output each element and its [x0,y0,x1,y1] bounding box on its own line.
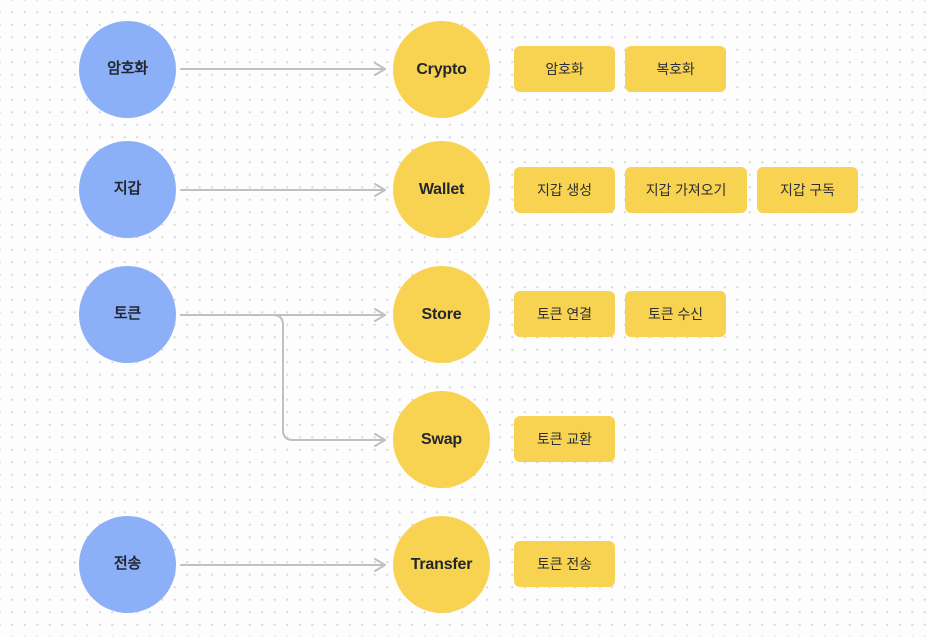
tag-label: 토큰 전송 [537,556,592,572]
edge-path-group [180,68,386,566]
target-node-store[interactable]: Store [393,266,490,363]
source-node-label: 전송 [113,555,142,573]
tag-crypto-1[interactable]: 복호화 [625,46,726,92]
tag-label: 복호화 [656,61,695,77]
tag-label: 토큰 교환 [537,431,592,447]
tag-swap-7[interactable]: 토큰 교환 [514,416,615,462]
arrow-crypto-icon [374,62,386,76]
arrowhead-group [374,62,386,572]
target-node-transfer_fn[interactable]: Transfer [393,516,490,613]
source-node-transfer[interactable]: 전송 [79,516,176,613]
target-node-label: Store [421,305,462,323]
source-node-wallet[interactable]: 지갑 [79,141,176,238]
source-node-label: 지갑 [113,180,142,198]
target-node-crypto[interactable]: Crypto [393,21,490,118]
tag-label: 토큰 수신 [648,306,703,322]
arrow-store-icon [374,308,386,322]
edge-token-swap [180,314,386,441]
source-node-label: 암호화 [107,60,148,78]
source-node-token[interactable]: 토큰 [79,266,176,363]
tag-transfer_fn-8[interactable]: 토큰 전송 [514,541,615,587]
target-node-label: Wallet [418,180,465,198]
tag-label: 지갑 구독 [780,182,835,198]
target-node-swap[interactable]: Swap [393,391,490,488]
arrow-transferfn-icon [374,558,386,572]
arrow-swap-icon [374,433,386,447]
target-node-wallet_fn[interactable]: Wallet [393,141,490,238]
tag-crypto-0[interactable]: 암호화 [514,46,615,92]
tag-label: 암호화 [545,61,584,77]
tag-store-6[interactable]: 토큰 수신 [625,291,726,337]
tag-wallet_fn-3[interactable]: 지갑 가져오기 [625,167,747,213]
diagram-canvas: 암호화 지갑 토큰 전송 Crypto Wallet Store Swap Transfer … [0,0,927,637]
tag-label: 지갑 가져오기 [645,182,727,198]
arrow-walletfn-icon [374,183,386,197]
tag-label: 토큰 연결 [537,306,592,322]
target-node-label: Crypto [416,60,467,78]
source-node-label: 토큰 [113,305,142,323]
target-node-label: Transfer [410,555,473,573]
target-node-label: Swap [421,430,462,448]
tag-wallet_fn-2[interactable]: 지갑 생성 [514,167,615,213]
tag-wallet_fn-4[interactable]: 지갑 구독 [757,167,858,213]
source-node-encryption[interactable]: 암호화 [79,21,176,118]
tag-label: 지갑 생성 [537,182,592,198]
tag-store-5[interactable]: 토큰 연결 [514,291,615,337]
